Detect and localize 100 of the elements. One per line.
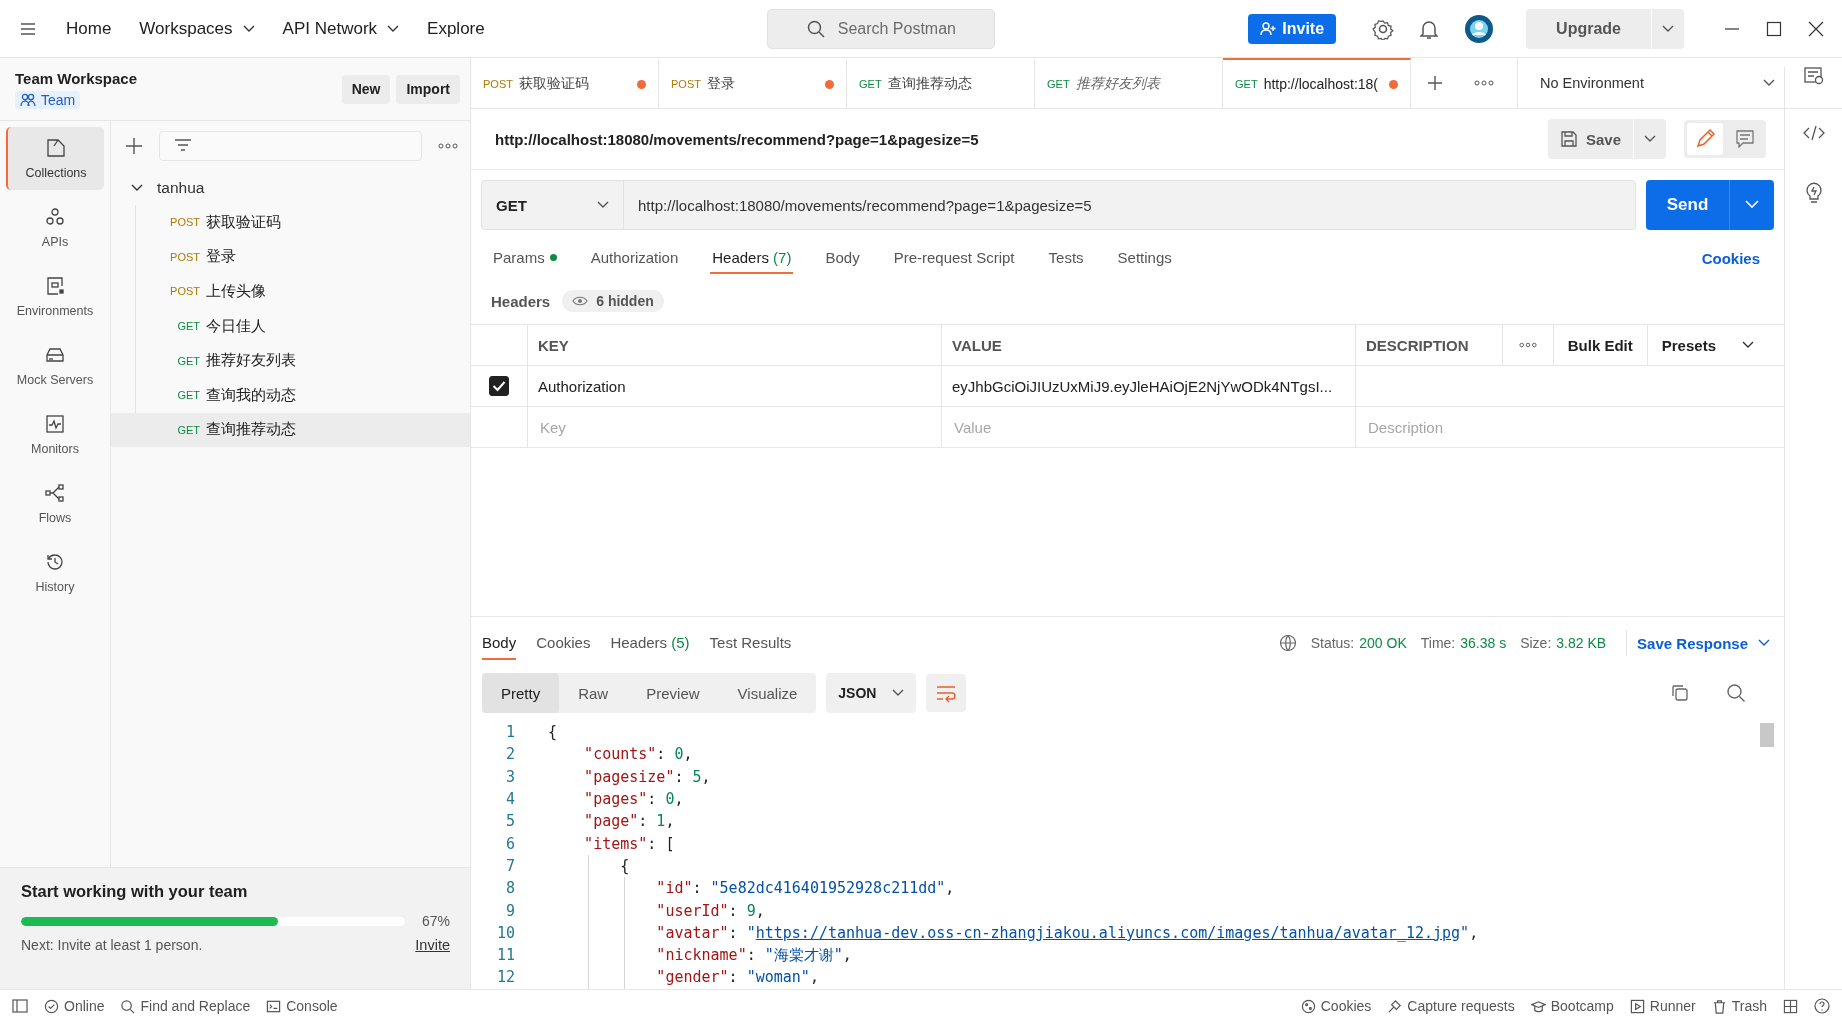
request-item[interactable]: POST 上传头像: [111, 274, 470, 309]
status-bar-item[interactable]: Bootcamp: [1530, 998, 1614, 1014]
request-tab[interactable]: POST 登录: [659, 58, 847, 108]
view-mode-tab[interactable]: Preview: [627, 673, 719, 713]
workspace-button[interactable]: New: [341, 74, 391, 104]
format-dropdown[interactable]: JSON: [826, 673, 917, 713]
close-icon[interactable]: [1808, 20, 1824, 37]
json-punctuation: :: [692, 879, 703, 898]
code-icon[interactable]: [1802, 125, 1825, 141]
status-value: 200 OK: [1359, 635, 1407, 651]
presets-dropdown[interactable]: Presets: [1646, 325, 1784, 365]
status-bar-item[interactable]: Online: [44, 998, 105, 1014]
settings-icon[interactable]: [1372, 17, 1395, 40]
description-field[interactable]: Description: [1366, 417, 1774, 437]
status-bar-item[interactable]: Find and Replace: [120, 998, 251, 1014]
value-field[interactable]: Value: [952, 417, 1345, 437]
sidebar-nav-item[interactable]: Mock Servers: [6, 334, 104, 397]
view-mode-tab[interactable]: Pretty: [482, 673, 560, 713]
sidebar-nav-item[interactable]: Environments: [6, 265, 104, 328]
request-tab[interactable]: POST 获取验证码: [471, 58, 659, 108]
globe-icon[interactable]: [1278, 634, 1297, 652]
checkbox[interactable]: [489, 376, 509, 396]
console-icon: [266, 998, 282, 1014]
pencil-icon[interactable]: [1687, 123, 1723, 155]
sidebar-nav-item[interactable]: APIs: [6, 196, 104, 259]
hidden-headers-toggle[interactable]: 6 hidden: [562, 290, 664, 312]
nav-menu-item[interactable]: Home: [66, 18, 112, 39]
status-bar-item[interactable]: Console: [266, 998, 338, 1014]
request-option-tab[interactable]: Settings: [1115, 242, 1174, 274]
header-key[interactable]: Authorization: [538, 377, 626, 395]
key-field[interactable]: Key: [538, 417, 931, 437]
request-option-tab[interactable]: Params: [491, 242, 559, 274]
json-string: "woman": [746, 968, 810, 987]
header-value[interactable]: eyJhbGciOiJIUzUxMiJ9.eyJleHAiOjE2NjYwODk4NTgsI...: [952, 377, 1333, 395]
help-icon[interactable]: [1814, 998, 1830, 1014]
json-punctuation: ,: [665, 812, 675, 831]
nav-menu-item[interactable]: API Network: [282, 18, 400, 39]
response-tab[interactable]: Body: [482, 626, 517, 660]
request-option-tab[interactable]: Authorization: [588, 242, 681, 274]
response-tab[interactable]: Cookies: [536, 626, 591, 660]
invite-link[interactable]: Invite: [415, 937, 450, 953]
environment-dropdown[interactable]: No Environment: [1517, 58, 1795, 108]
sidebar-nav-item[interactable]: Flows: [6, 472, 104, 535]
maximize-icon[interactable]: [1766, 20, 1782, 37]
filter-field[interactable]: [159, 131, 422, 161]
response-tab[interactable]: Headers (5): [610, 626, 690, 660]
sidebar-nav-item[interactable]: History: [6, 541, 104, 604]
more-icon[interactable]: [1518, 342, 1537, 348]
view-mode-tab[interactable]: Raw: [559, 673, 628, 713]
sidebar-nav-item[interactable]: Monitors: [6, 403, 104, 466]
caret-icon[interactable]: [1662, 24, 1674, 33]
save-response-button[interactable]: Save Response: [1637, 634, 1770, 652]
search-icon[interactable]: [1726, 683, 1746, 703]
avatar-icon[interactable]: [1464, 13, 1495, 44]
add-tab-icon[interactable]: [1427, 75, 1443, 91]
request-option-tab[interactable]: Body: [823, 242, 862, 274]
more-icon[interactable]: [438, 143, 458, 149]
request-option-tab[interactable]: Pre-request Script: [891, 242, 1017, 274]
copy-icon[interactable]: [1670, 683, 1690, 703]
cookie-icon: [1300, 998, 1316, 1014]
workspace-button[interactable]: Import: [396, 74, 460, 104]
notification-bell-icon[interactable]: [1420, 18, 1439, 39]
sidebar-toggle-icon[interactable]: [12, 999, 28, 1013]
response-tab[interactable]: Test Results: [709, 626, 792, 660]
request-item[interactable]: GET 今日佳人: [111, 308, 470, 344]
bulk-edit-button[interactable]: Bulk Edit: [1552, 325, 1647, 365]
status-bar-item[interactable]: Cookies: [1300, 998, 1372, 1014]
trash-icon: [1711, 998, 1727, 1014]
request-option-tab[interactable]: Headers (7): [710, 242, 794, 274]
request-option-tab[interactable]: Tests: [1046, 242, 1086, 274]
request-tab[interactable]: GET http://localhost:18(: [1223, 58, 1411, 108]
search-field[interactable]: Search Postman: [766, 8, 995, 49]
invite-button[interactable]: Invite: [1248, 13, 1337, 44]
json-link[interactable]: https://tanhua-dev.oss-cn-zhangjiakou.aliyuncs.com/images/tanhua/avatar_12.jpg: [755, 923, 1461, 942]
view-mode-tab[interactable]: Visualize: [718, 673, 817, 713]
nav-menu-item[interactable]: Explore: [427, 18, 485, 39]
line-number: 12: [495, 968, 516, 987]
menu-icon[interactable]: [20, 22, 36, 35]
status-bar-item[interactable]: Trash: [1711, 998, 1767, 1014]
request-item[interactable]: GET 查询我的动态: [111, 377, 470, 413]
add-icon[interactable]: [125, 137, 143, 155]
environment-quick-look-icon[interactable]: [1803, 67, 1824, 85]
lightbulb-icon[interactable]: [1803, 181, 1824, 203]
request-item[interactable]: POST 登录: [111, 239, 470, 275]
request-tab[interactable]: GET 查询推荐动态: [847, 58, 1035, 108]
wrap-lines-icon[interactable]: [926, 674, 967, 712]
sidebar-nav-item[interactable]: Collections: [6, 127, 104, 190]
collection-item[interactable]: tanhua: [111, 171, 205, 205]
more-icon[interactable]: [1474, 80, 1494, 86]
people-icon: [20, 92, 36, 107]
request-item[interactable]: GET 查询推荐动态: [111, 412, 470, 448]
caret-icon[interactable]: [1644, 135, 1656, 143]
nav-menu-item[interactable]: Workspaces: [139, 18, 255, 39]
status-bar-item[interactable]: Runner: [1629, 998, 1696, 1014]
status-bar-item[interactable]: Capture requests: [1387, 998, 1515, 1014]
request-item[interactable]: GET 推荐好友列表: [111, 343, 470, 378]
request-item[interactable]: POST 获取验证码: [111, 205, 470, 240]
cookies-link[interactable]: Cookies: [1701, 249, 1760, 267]
size-value: 3.82 KB: [1556, 635, 1607, 651]
layout-icon[interactable]: [1783, 998, 1798, 1014]
